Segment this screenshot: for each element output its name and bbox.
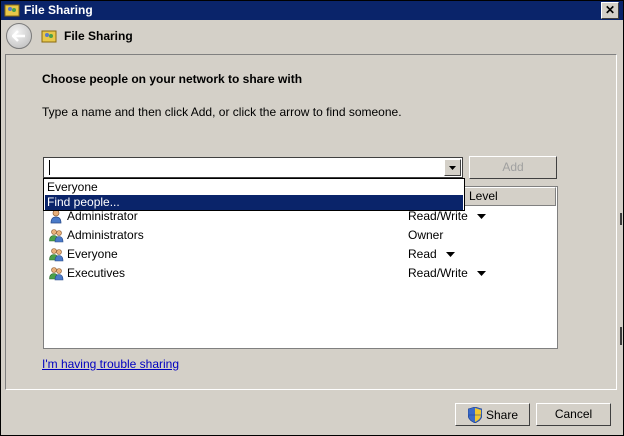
chevron-down-icon[interactable] bbox=[446, 252, 456, 258]
chevron-down-icon[interactable] bbox=[477, 214, 487, 220]
user-name: Administrators bbox=[67, 228, 144, 242]
window-title: File Sharing bbox=[24, 3, 93, 17]
name-suggestions-dropdown[interactable]: Everyone Find people... bbox=[43, 178, 465, 211]
add-button[interactable]: Add bbox=[469, 156, 557, 179]
permission-dropdown[interactable]: Read bbox=[408, 245, 456, 263]
permission-level: Read bbox=[408, 247, 437, 261]
permission-dropdown[interactable]: Read/Write bbox=[408, 264, 487, 282]
group-icon bbox=[49, 229, 64, 243]
window-edge-artifact bbox=[620, 213, 622, 225]
name-input[interactable] bbox=[46, 159, 444, 175]
close-button[interactable]: ✕ bbox=[601, 2, 619, 19]
cancel-button[interactable]: Cancel bbox=[536, 403, 611, 426]
permission-level: Owner bbox=[408, 228, 444, 242]
page-heading: Choose people on your network to share w… bbox=[42, 72, 303, 86]
chevron-down-icon[interactable] bbox=[477, 271, 487, 277]
dropdown-item-find-people[interactable]: Find people... bbox=[45, 195, 463, 210]
group-icon bbox=[49, 248, 64, 262]
window-edge-artifact bbox=[620, 327, 622, 345]
name-combobox[interactable] bbox=[43, 157, 463, 178]
trouble-sharing-link[interactable]: I'm having trouble sharing bbox=[42, 357, 179, 371]
instruction-text: Type a name and then click Add, or click… bbox=[42, 105, 402, 119]
group-icon bbox=[49, 267, 64, 281]
navigation-bar: File Sharing bbox=[1, 21, 623, 53]
permission-level: Read/Write bbox=[408, 209, 468, 223]
user-name: Everyone bbox=[67, 247, 118, 261]
share-button-label: Share bbox=[486, 408, 519, 422]
uac-shield-icon bbox=[468, 407, 482, 423]
combobox-dropdown-button[interactable] bbox=[444, 159, 461, 176]
file-sharing-window: File Sharing ✕ File Sharing Choose peopl… bbox=[0, 0, 624, 436]
close-icon: ✕ bbox=[604, 3, 616, 17]
user-name: Executives bbox=[67, 266, 126, 280]
column-header-level[interactable]: Level bbox=[464, 187, 556, 206]
title-bar[interactable]: File Sharing ✕ bbox=[1, 1, 623, 20]
file-sharing-app-icon bbox=[4, 4, 20, 17]
dropdown-item-everyone[interactable]: Everyone bbox=[45, 180, 463, 195]
back-arrow-icon bbox=[12, 30, 25, 42]
back-button[interactable] bbox=[6, 23, 32, 49]
chevron-down-icon bbox=[449, 166, 456, 170]
nav-title: File Sharing bbox=[64, 29, 133, 43]
share-button[interactable]: Share bbox=[455, 403, 530, 426]
text-cursor bbox=[49, 160, 50, 175]
permission-label: Owner bbox=[408, 226, 443, 244]
permission-level: Read/Write bbox=[408, 266, 468, 280]
file-sharing-icon bbox=[41, 30, 57, 43]
